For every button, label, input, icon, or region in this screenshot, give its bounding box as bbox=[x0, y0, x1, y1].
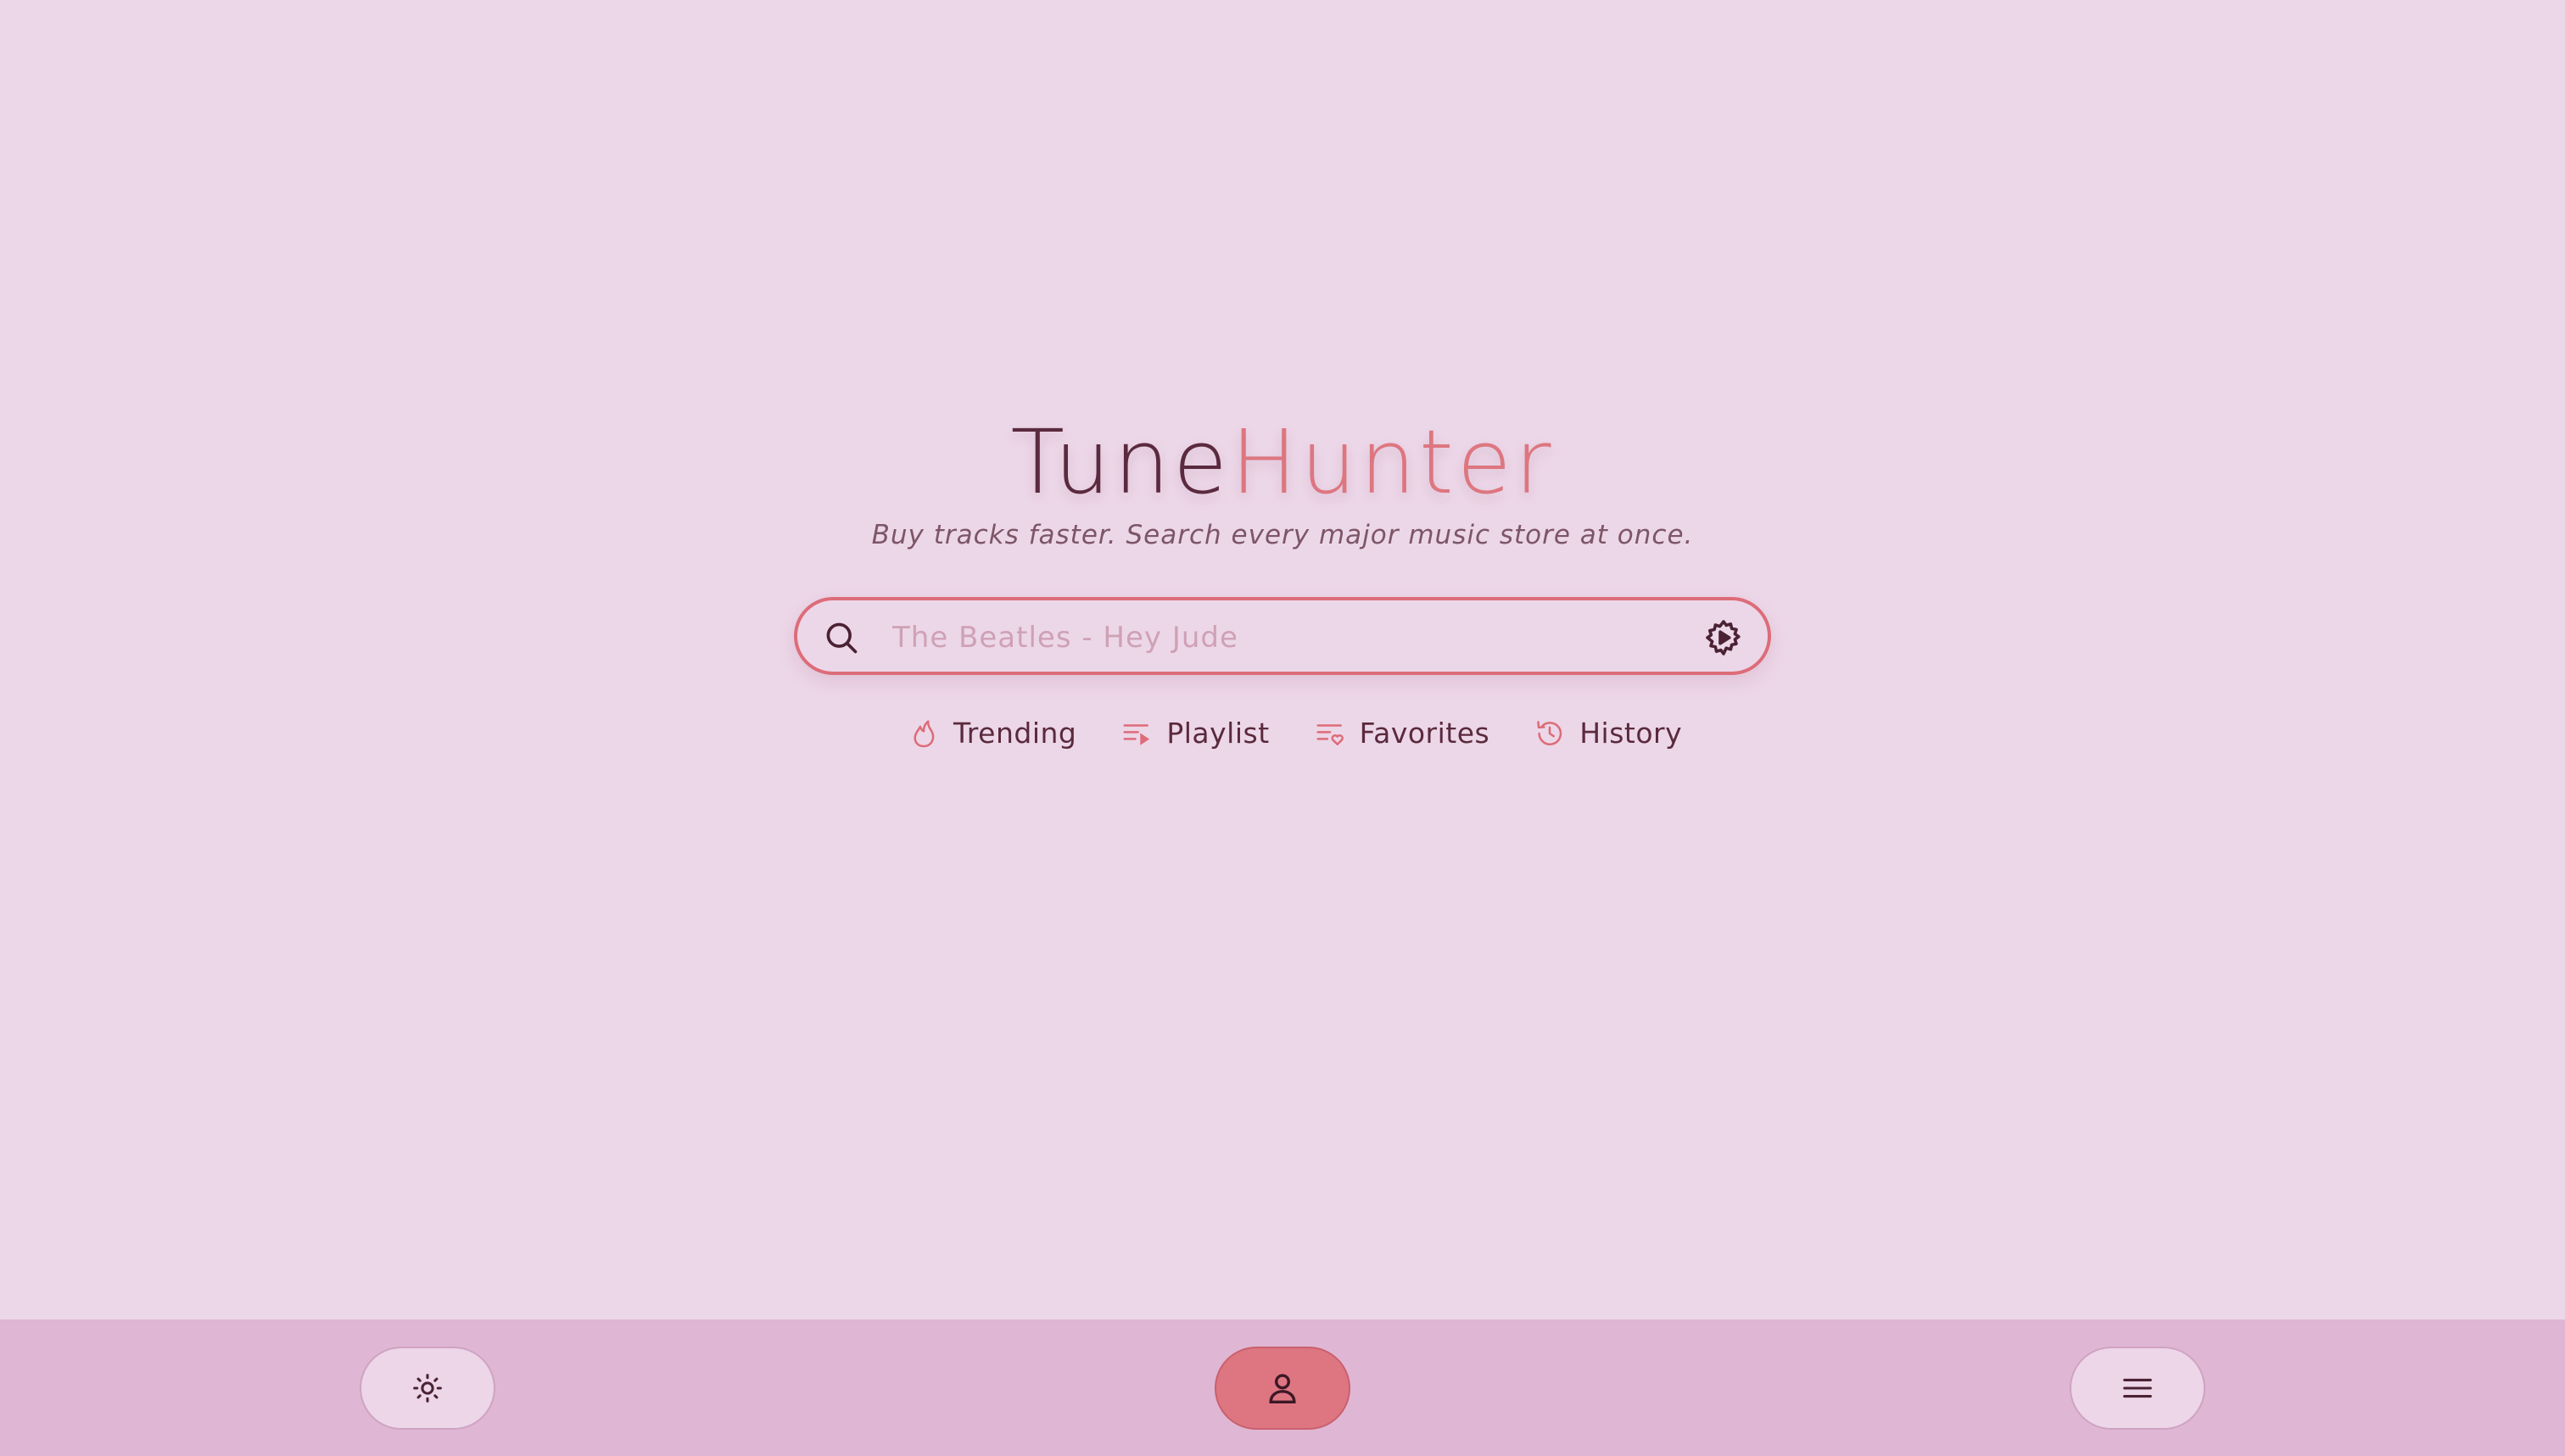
menu-icon bbox=[2123, 1378, 2152, 1398]
quick-link-label: History bbox=[1579, 717, 1683, 750]
settings-icon[interactable] bbox=[1703, 617, 1744, 658]
tagline: Buy tracks faster. Search every major mu… bbox=[871, 520, 1694, 550]
profile-button[interactable] bbox=[1215, 1347, 1350, 1430]
history-icon bbox=[1537, 721, 1562, 745]
search-icon[interactable] bbox=[823, 619, 860, 656]
sun-icon bbox=[413, 1374, 442, 1403]
playlist-icon bbox=[1123, 724, 1150, 745]
quick-link-trending[interactable]: Trending bbox=[908, 714, 1076, 753]
logo-part-tune: Tune bbox=[1010, 410, 1231, 514]
quick-link-playlist[interactable]: Playlist bbox=[1120, 714, 1269, 753]
menu-button[interactable] bbox=[2070, 1347, 2205, 1430]
theme-toggle-button[interactable] bbox=[360, 1347, 495, 1430]
quick-links: Trending Playlist Favorites History bbox=[908, 712, 1682, 755]
flame-icon bbox=[914, 720, 935, 748]
quick-link-favorites[interactable]: Favorites bbox=[1314, 714, 1490, 753]
app-logo: TuneHunter bbox=[0, 407, 2565, 517]
search-bar[interactable] bbox=[794, 597, 1771, 675]
bottom-nav-bar bbox=[0, 1319, 2565, 1456]
quick-link-label: Playlist bbox=[1166, 717, 1270, 750]
quick-link-history[interactable]: History bbox=[1534, 714, 1682, 753]
user-icon bbox=[1269, 1374, 1296, 1404]
search-input[interactable] bbox=[892, 614, 1639, 661]
favorites-list-icon bbox=[1316, 724, 1344, 745]
quick-link-label: Favorites bbox=[1359, 717, 1490, 750]
logo-part-hunter: Hunter bbox=[1230, 410, 1555, 514]
quick-link-label: Trending bbox=[953, 717, 1077, 750]
main-area: TuneHunter Buy tracks faster. Search eve… bbox=[0, 0, 2565, 1319]
